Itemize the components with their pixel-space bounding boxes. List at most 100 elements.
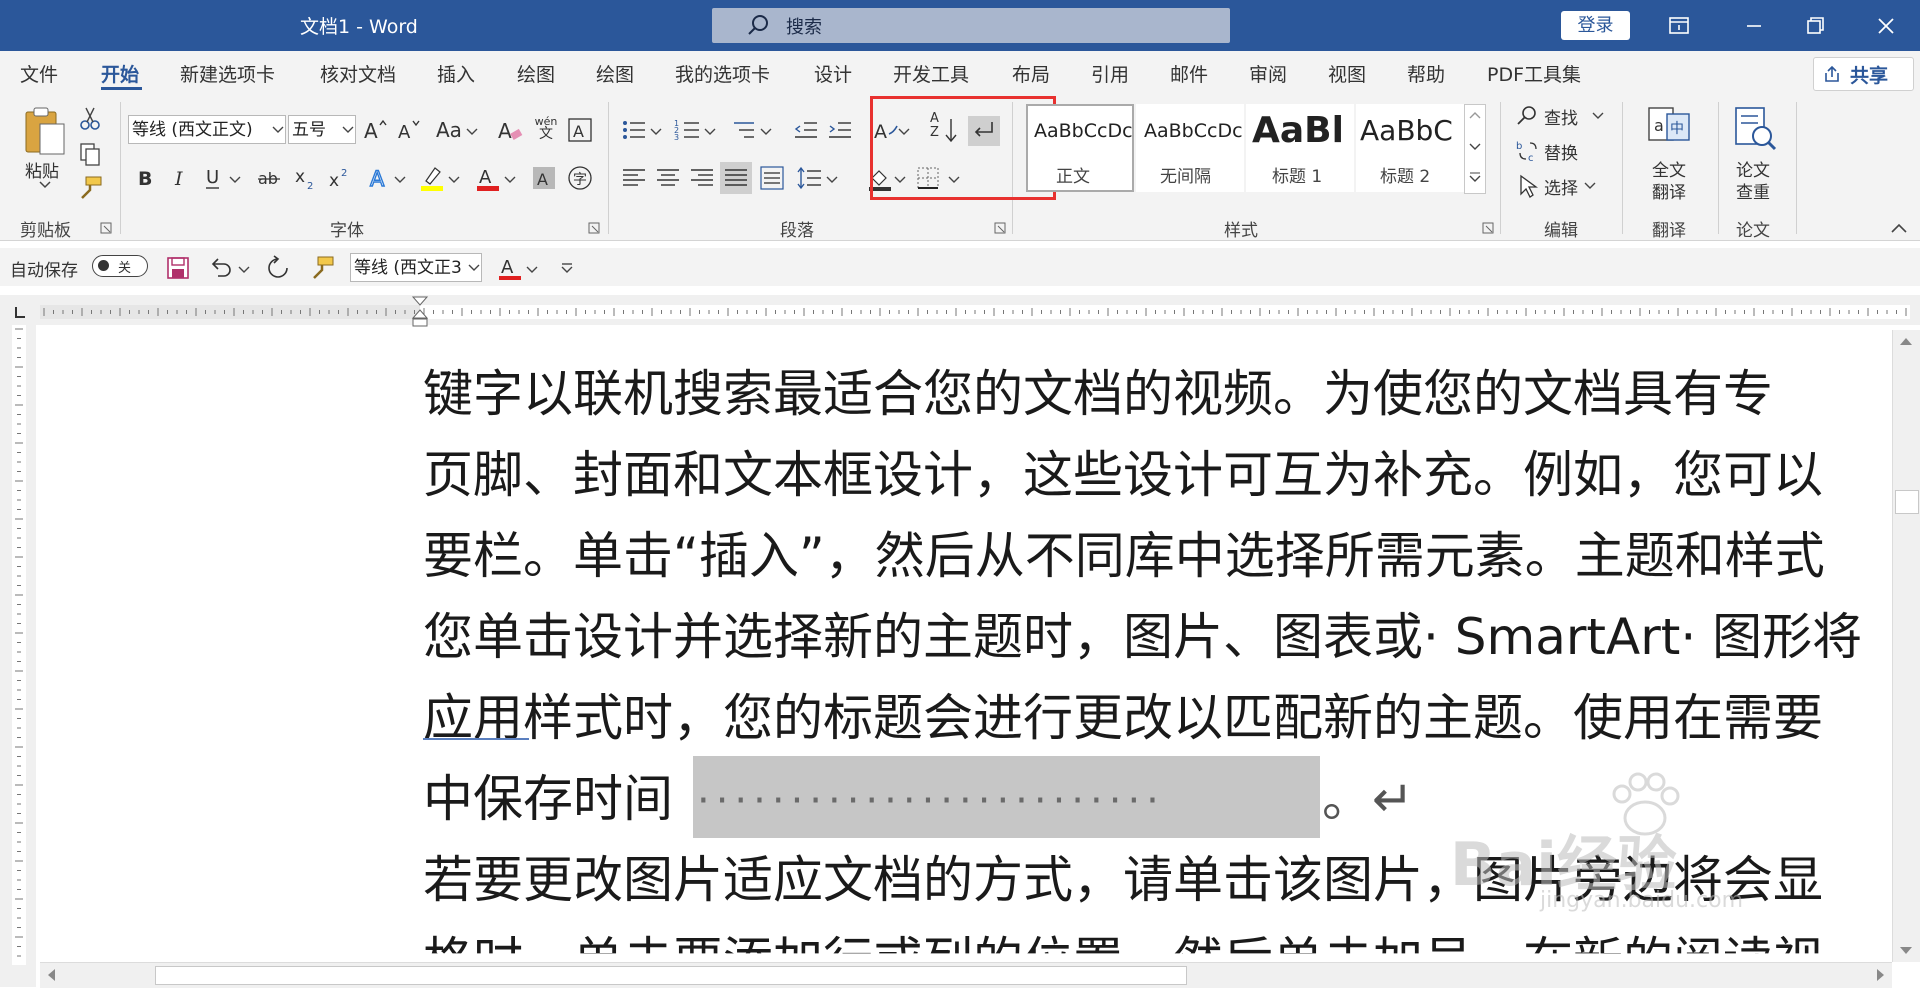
paste-label[interactable]: 粘贴	[25, 157, 59, 182]
paragraph-launcher-icon[interactable]	[994, 222, 1006, 234]
subscript-icon[interactable]: x2	[292, 164, 320, 192]
undo-dropdown-icon[interactable]	[238, 266, 250, 274]
strikethrough-icon[interactable]: ab	[256, 164, 284, 192]
font-name-combo[interactable]: 等线 (西文正文)	[128, 115, 286, 144]
ribbon-display-icon[interactable]	[1663, 10, 1695, 42]
minimize-icon[interactable]	[1738, 10, 1770, 42]
styles-scroll-down-icon[interactable]	[1469, 143, 1481, 151]
align-left-icon[interactable]	[620, 164, 648, 192]
select-dropdown-icon[interactable]	[1584, 182, 1596, 190]
replace-label[interactable]: 替换	[1544, 139, 1578, 164]
replace-icon[interactable]: bc	[1514, 137, 1542, 165]
text-effects-dropdown-icon[interactable]	[394, 176, 406, 184]
line-spacing-dropdown-icon[interactable]	[826, 176, 838, 184]
indent-marker-icon[interactable]	[410, 296, 430, 328]
decrease-indent-icon[interactable]	[792, 116, 820, 144]
translate-icon[interactable]: a中	[1645, 104, 1693, 152]
tab-home[interactable]: 开始	[101, 60, 139, 87]
font-color-icon[interactable]: A	[474, 164, 502, 192]
translate-label-2[interactable]: 翻译	[1652, 178, 1686, 203]
scroll-left-icon[interactable]	[46, 967, 56, 983]
paste-dropdown-icon[interactable]	[38, 180, 52, 190]
styles-scroll-up-icon[interactable]	[1469, 111, 1481, 119]
qat-font-name-combo[interactable]: 等线 (西文正3	[350, 253, 482, 282]
select-label[interactable]: 选择	[1544, 174, 1578, 199]
qat-font-color-dropdown-icon[interactable]	[526, 266, 538, 274]
justify-icon[interactable]	[720, 162, 752, 194]
font-color-dropdown-icon[interactable]	[504, 176, 516, 184]
format-painter-icon[interactable]	[76, 174, 104, 202]
save-icon[interactable]	[164, 254, 192, 282]
paper-check-icon[interactable]	[1730, 104, 1780, 154]
bold-icon[interactable]: B	[132, 164, 160, 192]
bullets-dropdown-icon[interactable]	[650, 128, 662, 136]
clipboard-launcher-icon[interactable]	[100, 222, 112, 234]
char-border-icon[interactable]: A	[566, 116, 594, 144]
tab-pdf-tools[interactable]: PDF工具集	[1487, 60, 1581, 87]
char-shading-icon[interactable]: A	[530, 164, 558, 192]
find-dropdown-icon[interactable]	[1592, 112, 1604, 120]
qat-format-painter-icon[interactable]	[308, 254, 336, 282]
close-icon[interactable]	[1870, 10, 1902, 42]
tab-draw-2[interactable]: 绘图	[596, 60, 634, 87]
bullets-icon[interactable]	[620, 116, 648, 144]
phonetic-guide-button[interactable]: wén 文	[534, 116, 558, 142]
tab-view[interactable]: 视图	[1328, 60, 1366, 87]
customize-qat-icon[interactable]	[560, 262, 574, 274]
scroll-up-icon[interactable]	[1898, 336, 1914, 346]
text-effects-icon[interactable]: A	[366, 164, 394, 192]
tab-proofread[interactable]: 核对文档	[320, 60, 396, 87]
underline-icon[interactable]: U	[200, 164, 228, 192]
grow-font-icon[interactable]: A	[362, 116, 390, 144]
shrink-font-icon[interactable]: A	[396, 116, 424, 144]
superscript-icon[interactable]: x2	[326, 164, 354, 192]
tab-design[interactable]: 设计	[814, 60, 852, 87]
cut-icon[interactable]	[76, 104, 104, 132]
styles-launcher-icon[interactable]	[1482, 222, 1494, 234]
styles-more-icon[interactable]	[1469, 171, 1481, 183]
italic-icon[interactable]: I	[166, 164, 194, 192]
increase-indent-icon[interactable]	[826, 116, 854, 144]
find-label[interactable]: 查找	[1544, 104, 1578, 129]
tab-insert[interactable]: 插入	[437, 60, 475, 87]
font-name-dropdown-icon[interactable]	[272, 126, 284, 134]
tab-developer[interactable]: 开发工具	[893, 60, 969, 87]
tab-file[interactable]: 文件	[20, 60, 58, 87]
find-icon[interactable]	[1514, 102, 1542, 130]
copy-icon[interactable]	[76, 140, 104, 168]
underline-dropdown-icon[interactable]	[229, 176, 241, 184]
redo-icon[interactable]	[264, 254, 292, 282]
qat-font-dropdown-icon[interactable]	[468, 264, 480, 272]
restore-icon[interactable]	[1799, 10, 1831, 42]
tab-new[interactable]: 新建选项卡	[180, 60, 275, 87]
vertical-scroll-thumb[interactable]	[1895, 490, 1919, 514]
paper-check-label-2[interactable]: 查重	[1736, 178, 1770, 203]
change-case-dropdown-icon[interactable]	[466, 128, 478, 136]
tab-references[interactable]: 引用	[1091, 60, 1129, 87]
login-button[interactable]: 登录	[1561, 11, 1630, 40]
highlight-icon[interactable]	[418, 164, 446, 192]
share-button[interactable]: 共享	[1813, 57, 1914, 91]
enclose-char-icon[interactable]: 字	[566, 164, 594, 192]
tab-help[interactable]: 帮助	[1407, 60, 1445, 87]
autosave-toggle[interactable]: 关	[92, 255, 148, 277]
align-center-icon[interactable]	[654, 164, 682, 192]
select-icon[interactable]	[1514, 172, 1542, 200]
numbering-icon[interactable]: 123	[674, 116, 702, 144]
tab-mailings[interactable]: 邮件	[1170, 60, 1208, 87]
vertical-scrollbar[interactable]	[1892, 330, 1920, 962]
multilevel-list-icon[interactable]	[730, 116, 758, 144]
scroll-right-icon[interactable]	[1876, 967, 1886, 983]
numbering-dropdown-icon[interactable]	[704, 128, 716, 136]
line-spacing-icon[interactable]	[796, 164, 824, 192]
align-right-icon[interactable]	[688, 164, 716, 192]
highlight-dropdown-icon[interactable]	[448, 176, 460, 184]
paste-icon[interactable]	[20, 104, 68, 158]
qat-font-color-icon[interactable]: A	[496, 254, 524, 282]
scroll-down-icon[interactable]	[1898, 946, 1914, 956]
undo-icon[interactable]	[206, 254, 234, 282]
font-launcher-icon[interactable]	[588, 222, 600, 234]
clear-format-icon[interactable]: A	[496, 116, 524, 144]
distributed-icon[interactable]	[758, 164, 786, 192]
font-size-dropdown-icon[interactable]	[342, 126, 354, 134]
